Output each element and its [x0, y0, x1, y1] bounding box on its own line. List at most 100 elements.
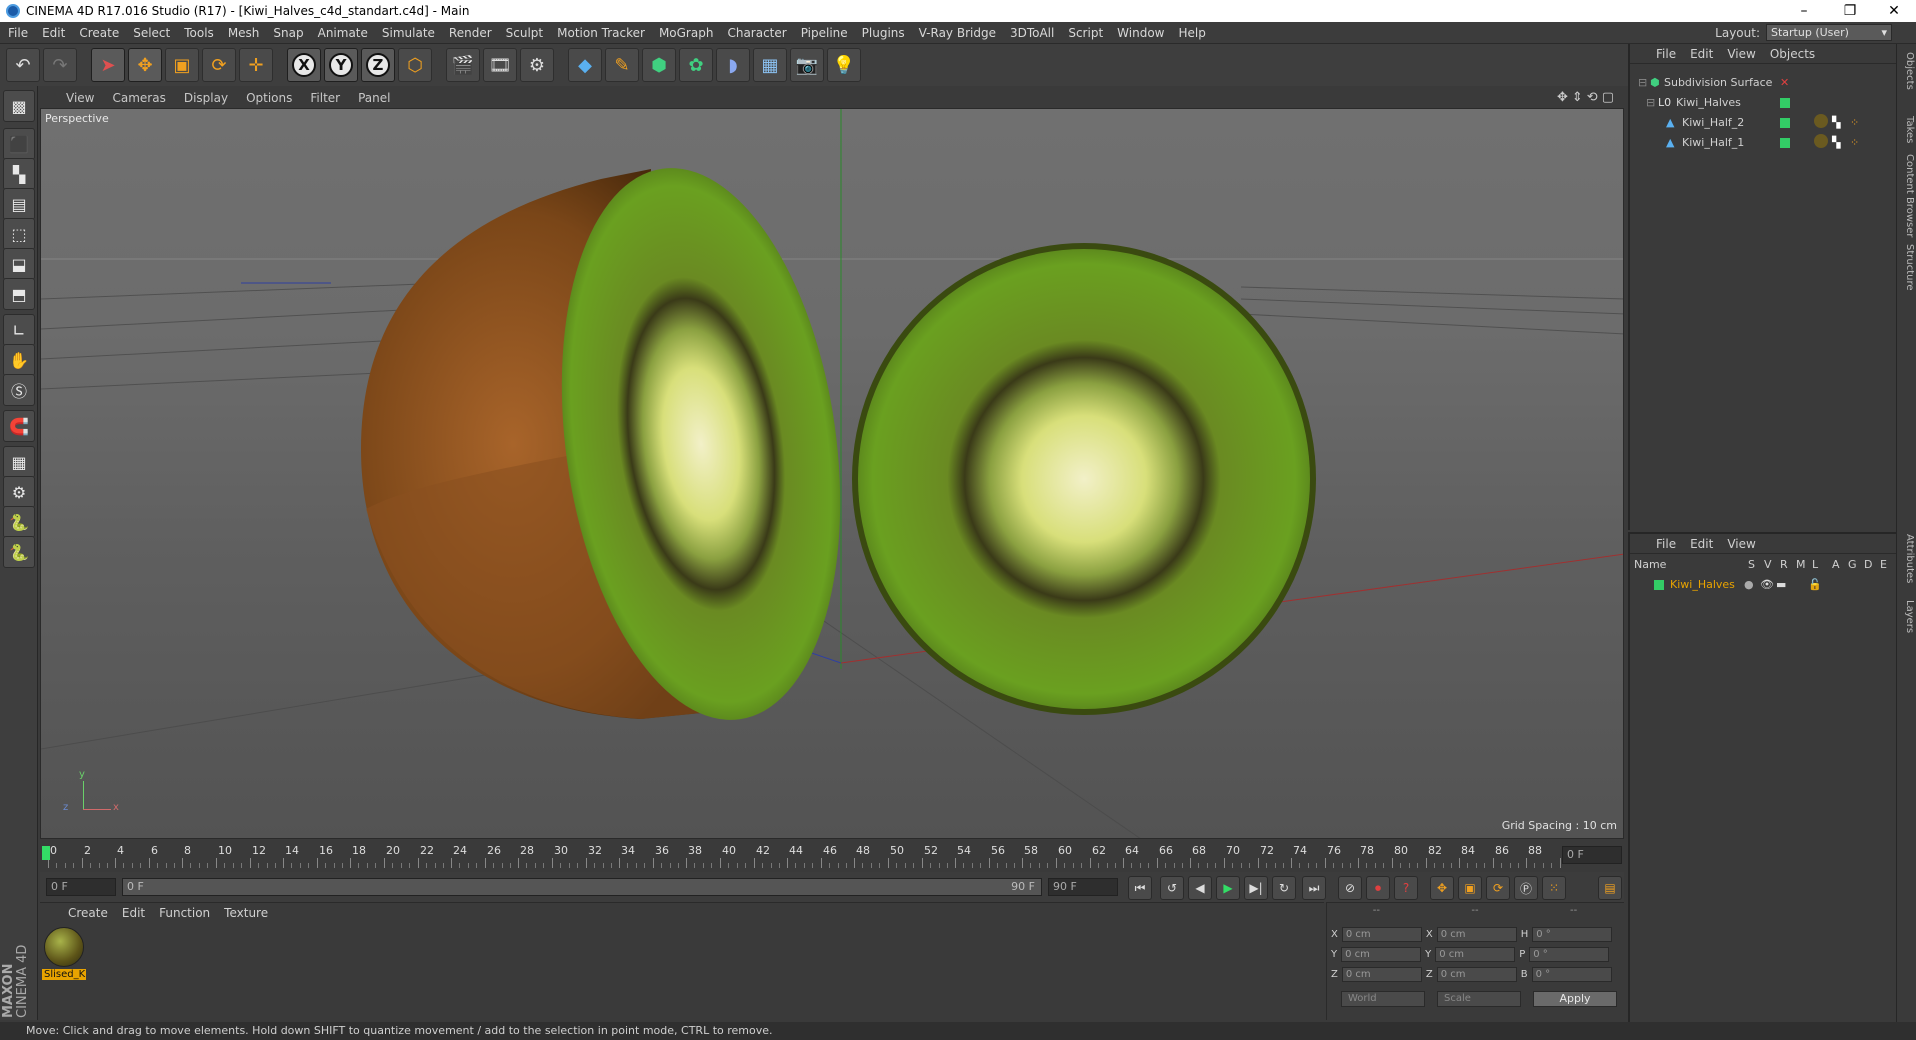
3d-viewport[interactable]: Perspective y x z Grid Spacing : 10 cm [40, 108, 1624, 839]
python-script-2-icon[interactable]: 🐍 [3, 536, 35, 568]
layer-color-swatch[interactable] [1780, 118, 1790, 128]
object-row-kiwi-halves[interactable]: ⊟ L0 Kiwi_Halves [1630, 94, 1894, 112]
light-icon[interactable]: 💡 [827, 48, 861, 82]
timeline-playhead[interactable] [42, 846, 50, 860]
deformer-icon[interactable]: ◗ [716, 48, 750, 82]
play-forward-icon[interactable]: ▶ [1216, 876, 1240, 900]
rotation-b-field[interactable]: 0 ° [1531, 967, 1612, 982]
tab-structure[interactable]: Structure [1899, 244, 1915, 291]
layer-color-swatch[interactable] [1654, 580, 1664, 590]
points-mode-icon[interactable]: ⬚ [3, 218, 35, 250]
menu-motion-tracker[interactable]: Motion Tracker [557, 26, 645, 40]
viewport-menu-view[interactable]: View [66, 91, 94, 105]
size-x-field[interactable]: 0 cm [1436, 927, 1517, 942]
apply-button[interactable]: Apply [1533, 991, 1617, 1007]
start-frame-field[interactable]: 0 F [46, 878, 116, 896]
redo-icon[interactable]: ↷ [43, 48, 77, 82]
menu-edit[interactable]: Edit [42, 26, 65, 40]
tab-content-browser[interactable]: Content Browser [1899, 154, 1915, 237]
menu-snap[interactable]: Snap [273, 26, 303, 40]
menu-character[interactable]: Character [727, 26, 786, 40]
key-parameter-icon[interactable]: Ⓟ [1514, 876, 1538, 900]
tab-takes[interactable]: Takes [1899, 116, 1915, 143]
cube-primitive-icon[interactable]: ◆ [568, 48, 602, 82]
material-tag-icon[interactable] [1814, 134, 1828, 148]
om-menu-objects[interactable]: Objects [1770, 47, 1815, 61]
layer-color-swatch[interactable] [1780, 98, 1790, 108]
om-menu-view[interactable]: View [1727, 47, 1755, 61]
menu-mograph[interactable]: MoGraph [659, 26, 714, 40]
pen-spline-icon[interactable]: ✎ [605, 48, 639, 82]
menu-vray-bridge[interactable]: V-Ray Bridge [919, 26, 996, 40]
tab-attributes[interactable]: Attributes [1899, 534, 1915, 583]
layer-row-kiwi-halves[interactable]: Kiwi_Halves ● 👁 ▬ 🔓 [1630, 576, 1894, 594]
key-scale-icon[interactable]: ▣ [1458, 876, 1482, 900]
om-menu-edit[interactable]: Edit [1690, 47, 1713, 61]
scale-mode-dropdown[interactable]: Scale [1437, 991, 1521, 1007]
layout-dropdown[interactable]: Startup (User) [1766, 24, 1892, 41]
snap-icon[interactable]: 🧲 [3, 410, 35, 442]
viewport-menu-cameras[interactable]: Cameras [112, 91, 165, 105]
camera-icon[interactable]: 📷 [790, 48, 824, 82]
orbit-icon[interactable]: ⟲ [1587, 90, 1598, 105]
object-row-subdivision-surface[interactable]: ⊟ ⬢ Subdivision Surface ✕ [1630, 74, 1894, 92]
viewport-menu-display[interactable]: Display [184, 91, 228, 105]
position-y-field[interactable]: 0 cm [1341, 947, 1422, 962]
scale-tool-icon[interactable]: ▣ [165, 48, 199, 82]
size-y-field[interactable]: 0 cm [1435, 947, 1516, 962]
dolly-icon[interactable]: ⇕ [1572, 90, 1583, 105]
y-axis-lock-icon[interactable]: Y [324, 48, 358, 82]
subdivision-generator-icon[interactable]: ⬢ [642, 48, 676, 82]
position-x-field[interactable]: 0 cm [1341, 927, 1422, 942]
object-row-kiwi-half-2[interactable]: ▲ Kiwi_Half_2 ▚ ⁘ [1630, 114, 1894, 132]
viewport-menu-panel[interactable]: Panel [358, 91, 390, 105]
tweak-mode-icon[interactable]: ✋ [3, 344, 35, 376]
preview-range-slider[interactable]: 0 F 90 F [122, 878, 1042, 896]
key-pla-icon[interactable]: ⁙ [1542, 876, 1566, 900]
tab-objects[interactable]: Objects [1899, 52, 1915, 90]
material-menu-texture[interactable]: Texture [224, 906, 268, 920]
menu-render[interactable]: Render [449, 26, 492, 40]
render-picture-viewer-icon[interactable]: 🎞 [483, 48, 517, 82]
menu-help[interactable]: Help [1178, 26, 1205, 40]
tab-layers[interactable]: Layers [1899, 600, 1915, 633]
material-tag-icon[interactable] [1814, 114, 1828, 128]
menu-plugins[interactable]: Plugins [862, 26, 905, 40]
viewport-menu-options[interactable]: Options [246, 91, 292, 105]
menu-select[interactable]: Select [133, 26, 170, 40]
z-axis-lock-icon[interactable]: Z [361, 48, 395, 82]
om-menu-file[interactable]: File [1656, 47, 1676, 61]
undo-icon[interactable]: ↶ [6, 48, 40, 82]
previous-frame-icon[interactable]: ◀ [1188, 876, 1212, 900]
render-settings-icon[interactable]: ⚙ [520, 48, 554, 82]
menu-window[interactable]: Window [1117, 26, 1164, 40]
pan-icon[interactable]: ✥ [1557, 90, 1568, 105]
lm-menu-edit[interactable]: Edit [1690, 537, 1713, 551]
position-z-field[interactable]: 0 cm [1341, 967, 1422, 982]
go-to-start-icon[interactable]: ⏮ [1128, 876, 1152, 900]
rotation-h-field[interactable]: 0 ° [1532, 927, 1613, 942]
texture-mode-icon[interactable]: ▚ [3, 158, 35, 190]
object-row-kiwi-half-1[interactable]: ▲ Kiwi_Half_1 ▚ ⁘ [1630, 134, 1894, 152]
layer-color-swatch[interactable] [1780, 138, 1790, 148]
record-keys-icon[interactable]: ⊘ [1338, 876, 1362, 900]
current-frame-field[interactable]: 0 F [1562, 846, 1622, 864]
end-frame-field[interactable]: 90 F [1048, 878, 1118, 896]
grid-snap-icon[interactable]: ⚙ [3, 476, 35, 508]
edges-mode-icon[interactable]: ⬓ [3, 248, 35, 280]
menu-tools[interactable]: Tools [184, 26, 214, 40]
render-view-icon[interactable]: 🎬 [446, 48, 480, 82]
key-position-icon[interactable]: ✥ [1430, 876, 1454, 900]
disable-generator-icon[interactable]: ✕ [1780, 74, 1789, 92]
coordinate-system-icon[interactable]: ⬡ [398, 48, 432, 82]
texture-tag-icon[interactable]: ▚ [1832, 114, 1840, 132]
layer-lock-icon[interactable]: 🔓 [1808, 576, 1822, 594]
model-mode-icon[interactable]: ⬛ [3, 128, 35, 160]
menu-script[interactable]: Script [1068, 26, 1103, 40]
previous-key-icon[interactable]: ↺ [1160, 876, 1184, 900]
coordinate-mode-dropdown[interactable]: World [1341, 991, 1425, 1007]
texture-tag-icon[interactable]: ▚ [1832, 134, 1840, 152]
next-key-icon[interactable]: ↻ [1272, 876, 1296, 900]
keyframe-selection-icon[interactable]: ? [1394, 876, 1418, 900]
menu-simulate[interactable]: Simulate [382, 26, 435, 40]
